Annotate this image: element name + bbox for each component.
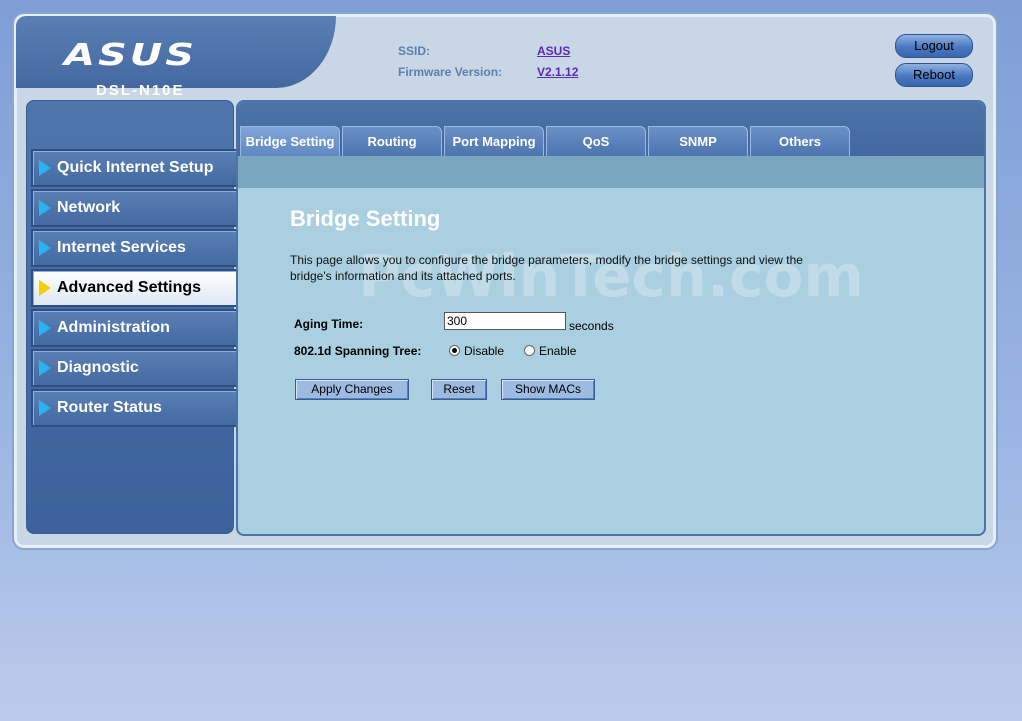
stp-disable-label: Disable bbox=[464, 344, 505, 358]
sidebar-item-label: Internet Services bbox=[57, 239, 186, 256]
reset-button[interactable]: Reset bbox=[431, 379, 487, 400]
aging-time-unit: seconds bbox=[569, 319, 614, 333]
stp-enable-label: Enable bbox=[539, 344, 577, 358]
sidebar-item-advanced-settings[interactable]: Advanced Settings bbox=[31, 269, 249, 307]
sidebar-item-label: Advanced Settings bbox=[57, 279, 202, 296]
arrow-icon bbox=[39, 400, 51, 416]
ssid-label: SSID: bbox=[398, 44, 431, 58]
spanning-tree-label: 802.1d Spanning Tree: bbox=[294, 344, 422, 358]
tab-bridge-setting[interactable]: Bridge Setting bbox=[240, 126, 340, 157]
tab-qos[interactable]: QoS bbox=[546, 126, 646, 157]
page-title: Bridge Setting bbox=[290, 206, 441, 231]
tab-others[interactable]: Others bbox=[750, 126, 850, 157]
sidebar-item-label: Administration bbox=[57, 319, 170, 336]
sidebar-item-diagnostic[interactable]: Diagnostic bbox=[31, 349, 249, 387]
arrow-icon bbox=[39, 240, 51, 256]
sidebar-item-network[interactable]: Network bbox=[31, 189, 249, 227]
ssid-value[interactable]: ASUS bbox=[537, 44, 570, 58]
stp-enable-radio[interactable] bbox=[524, 345, 535, 356]
aging-time-label: Aging Time: bbox=[294, 317, 364, 331]
logout-button[interactable]: Logout bbox=[895, 34, 973, 58]
firmware-label: Firmware Version: bbox=[398, 65, 503, 79]
content-panel: Bridge Setting Routing Port Mapping QoS … bbox=[236, 100, 986, 536]
sidebar-item-quick-internet-setup[interactable]: Quick Internet Setup bbox=[31, 149, 249, 187]
arrow-icon bbox=[39, 280, 51, 296]
apply-changes-button[interactable]: Apply Changes bbox=[295, 379, 409, 400]
sidebar-item-label: Quick Internet Setup bbox=[57, 159, 214, 176]
sidebar-item-label: Diagnostic bbox=[57, 359, 139, 376]
reboot-button[interactable]: Reboot bbox=[895, 63, 973, 87]
show-macs-button[interactable]: Show MACs bbox=[501, 379, 595, 400]
sidebar-item-internet-services[interactable]: Internet Services bbox=[31, 229, 249, 267]
sidebar-item-label: Network bbox=[57, 199, 121, 216]
model-name: DSL-N10E bbox=[96, 82, 185, 99]
arrow-icon bbox=[39, 360, 51, 376]
sub-header-bar bbox=[238, 156, 984, 188]
sidebar-item-router-status[interactable]: Router Status bbox=[31, 389, 249, 427]
logo-panel: ASUS DSL-N10E bbox=[16, 16, 336, 99]
aging-time-input[interactable] bbox=[444, 312, 566, 330]
tab-port-mapping[interactable]: Port Mapping bbox=[444, 126, 544, 157]
asus-logo: ASUS bbox=[64, 38, 198, 73]
arrow-icon bbox=[39, 200, 51, 216]
tab-snmp[interactable]: SNMP bbox=[648, 126, 748, 157]
stp-disable-radio[interactable] bbox=[449, 345, 460, 356]
page-description: This page allows you to configure the br… bbox=[290, 253, 803, 283]
sidebar: Quick Internet Setup Network Internet Se… bbox=[26, 100, 249, 534]
firmware-value[interactable]: V2.1.12 bbox=[537, 65, 578, 79]
tab-routing[interactable]: Routing bbox=[342, 126, 442, 157]
arrow-icon bbox=[39, 160, 51, 176]
sidebar-item-label: Router Status bbox=[57, 399, 162, 416]
arrow-icon bbox=[39, 320, 51, 336]
sidebar-item-administration[interactable]: Administration bbox=[31, 309, 249, 347]
tab-bar: Bridge Setting Routing Port Mapping QoS … bbox=[238, 102, 984, 157]
